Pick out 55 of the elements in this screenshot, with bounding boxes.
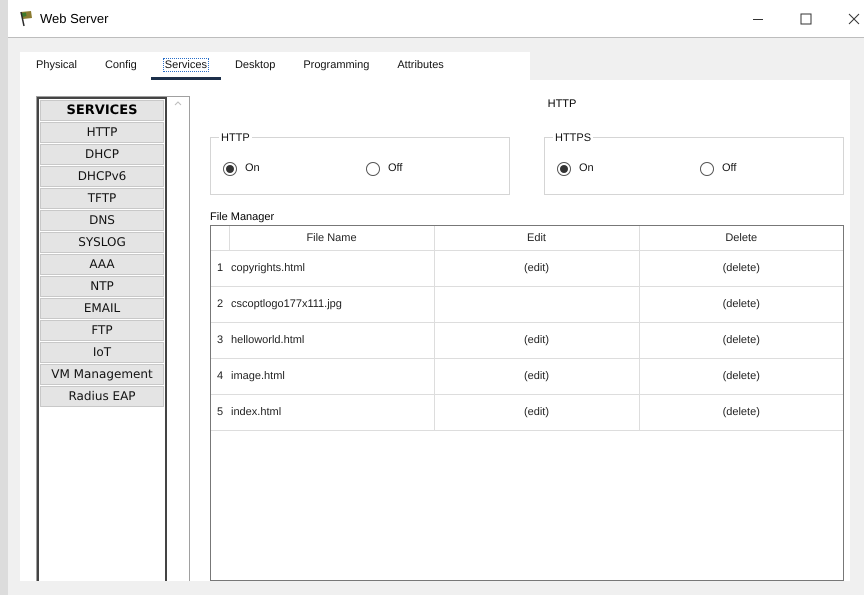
option-label: Off	[388, 161, 402, 176]
tab[interactable]: Desktop	[220, 54, 290, 80]
sidebar-item[interactable]: DNS	[40, 210, 164, 231]
option-label: Off	[722, 161, 736, 176]
sidebar-item[interactable]: FTP	[40, 320, 164, 341]
column-header: Delete	[639, 226, 843, 250]
sidebar-item[interactable]: HTTP	[40, 122, 164, 143]
tab[interactable]: Physical	[22, 54, 91, 80]
radio-button[interactable]	[366, 162, 380, 176]
section-title: File Manager	[210, 210, 276, 224]
edit-link[interactable]: (edit)	[434, 322, 639, 358]
row-number: 4	[211, 358, 229, 394]
edit-link[interactable]: (edit)	[434, 250, 639, 286]
delete-link[interactable]: (delete)	[639, 322, 843, 358]
sidebar-item[interactable]: AAA	[40, 254, 164, 275]
row-number: 5	[211, 394, 229, 430]
edit-link[interactable]: (edit)	[434, 358, 639, 394]
edit-link[interactable]: (edit)	[434, 394, 639, 430]
table-cell: image.html	[229, 358, 434, 394]
sidebar-item[interactable]: TFTP	[40, 188, 164, 209]
radio-button[interactable]	[557, 162, 571, 176]
sidebar-item[interactable]: DHCPv6	[40, 166, 164, 187]
option-label: On	[579, 161, 594, 176]
delete-link[interactable]: (delete)	[639, 394, 843, 430]
table-cell: cscoptlogo177x111.jpg	[229, 286, 434, 322]
radio-button[interactable]	[223, 162, 237, 176]
tab[interactable]: Attributes	[383, 54, 458, 80]
row-number: 3	[211, 322, 229, 358]
table-cell: copyrights.html	[229, 250, 434, 286]
app-icon	[18, 10, 34, 28]
panel-title: HTTP	[548, 97, 576, 112]
table-cell: index.html	[229, 394, 434, 430]
delete-link[interactable]: (delete)	[639, 358, 843, 394]
tab[interactable]: Programming	[289, 54, 384, 80]
option-label: On	[245, 161, 260, 176]
close-icon[interactable]	[848, 12, 860, 24]
radio-button[interactable]	[700, 162, 714, 176]
window-title: Web Server	[40, 10, 108, 28]
sidebar-item[interactable]: Radius EAP	[40, 386, 164, 407]
row-number: 2	[211, 286, 229, 322]
sidebar-item[interactable]: DHCP	[40, 144, 164, 165]
maximize-icon[interactable]	[800, 12, 812, 24]
column-header: File Name	[229, 226, 434, 250]
delete-link[interactable]: (delete)	[639, 286, 843, 322]
delete-link[interactable]: (delete)	[639, 250, 843, 286]
sidebar-item[interactable]: IoT	[40, 342, 164, 363]
sidebar-header: SERVICES	[40, 100, 164, 121]
row-number: 1	[211, 250, 229, 286]
sidebar-item[interactable]: NTP	[40, 276, 164, 297]
column-header: Edit	[434, 226, 639, 250]
sidebar-item[interactable]: VM Management	[40, 364, 164, 385]
tab[interactable]: Config	[90, 54, 151, 80]
sidebar-item[interactable]: EMAIL	[40, 298, 164, 319]
sidebar-item[interactable]: SYSLOG	[40, 232, 164, 253]
table-cell: helloworld.html	[229, 322, 434, 358]
